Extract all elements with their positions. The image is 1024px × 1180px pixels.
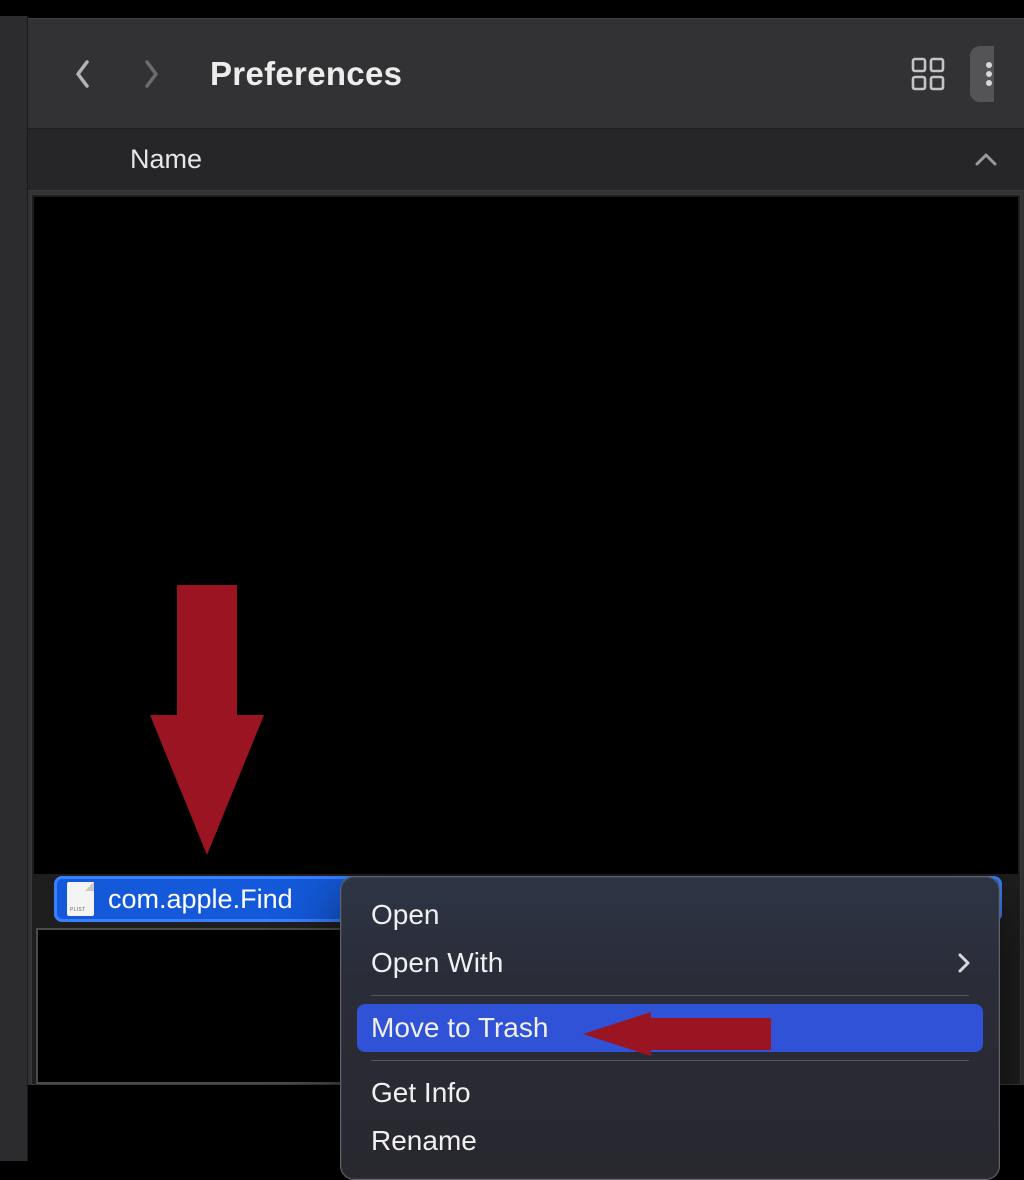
menu-item-get-info[interactable]: Get Info [357,1069,983,1117]
forward-button[interactable] [136,54,166,94]
column-header-row[interactable]: Name [28,129,1024,191]
column-header-name[interactable]: Name [130,144,202,175]
sidebar-edge [0,16,28,1161]
more-icon [984,59,994,89]
toolbar-action-button[interactable] [970,46,994,102]
menu-item-label: Open With [371,947,503,979]
file-name-label: com.apple.Find [108,884,293,915]
toolbar: Preferences [28,19,1024,129]
chevron-up-icon [974,152,998,167]
menu-item-move-to-trash[interactable]: Move to Trash [357,1004,983,1052]
chevron-right-icon [957,952,971,974]
redacted-region [34,197,1018,874]
grid-icon [910,56,946,92]
menu-divider [371,995,969,996]
back-button[interactable] [68,54,98,94]
menu-divider [371,1060,969,1061]
menu-item-open-with[interactable]: Open With [357,939,983,987]
plist-file-icon [67,882,94,916]
window-title: Preferences [210,55,906,93]
view-options-button[interactable] [906,52,950,96]
chevron-right-icon [143,60,159,88]
preview-thumbnail [36,928,344,1084]
context-menu: Open Open With Move to Trash Get Info Re… [340,876,1000,1180]
menu-item-rename[interactable]: Rename [357,1117,983,1165]
chevron-left-icon [75,60,91,88]
menu-item-open[interactable]: Open [357,891,983,939]
